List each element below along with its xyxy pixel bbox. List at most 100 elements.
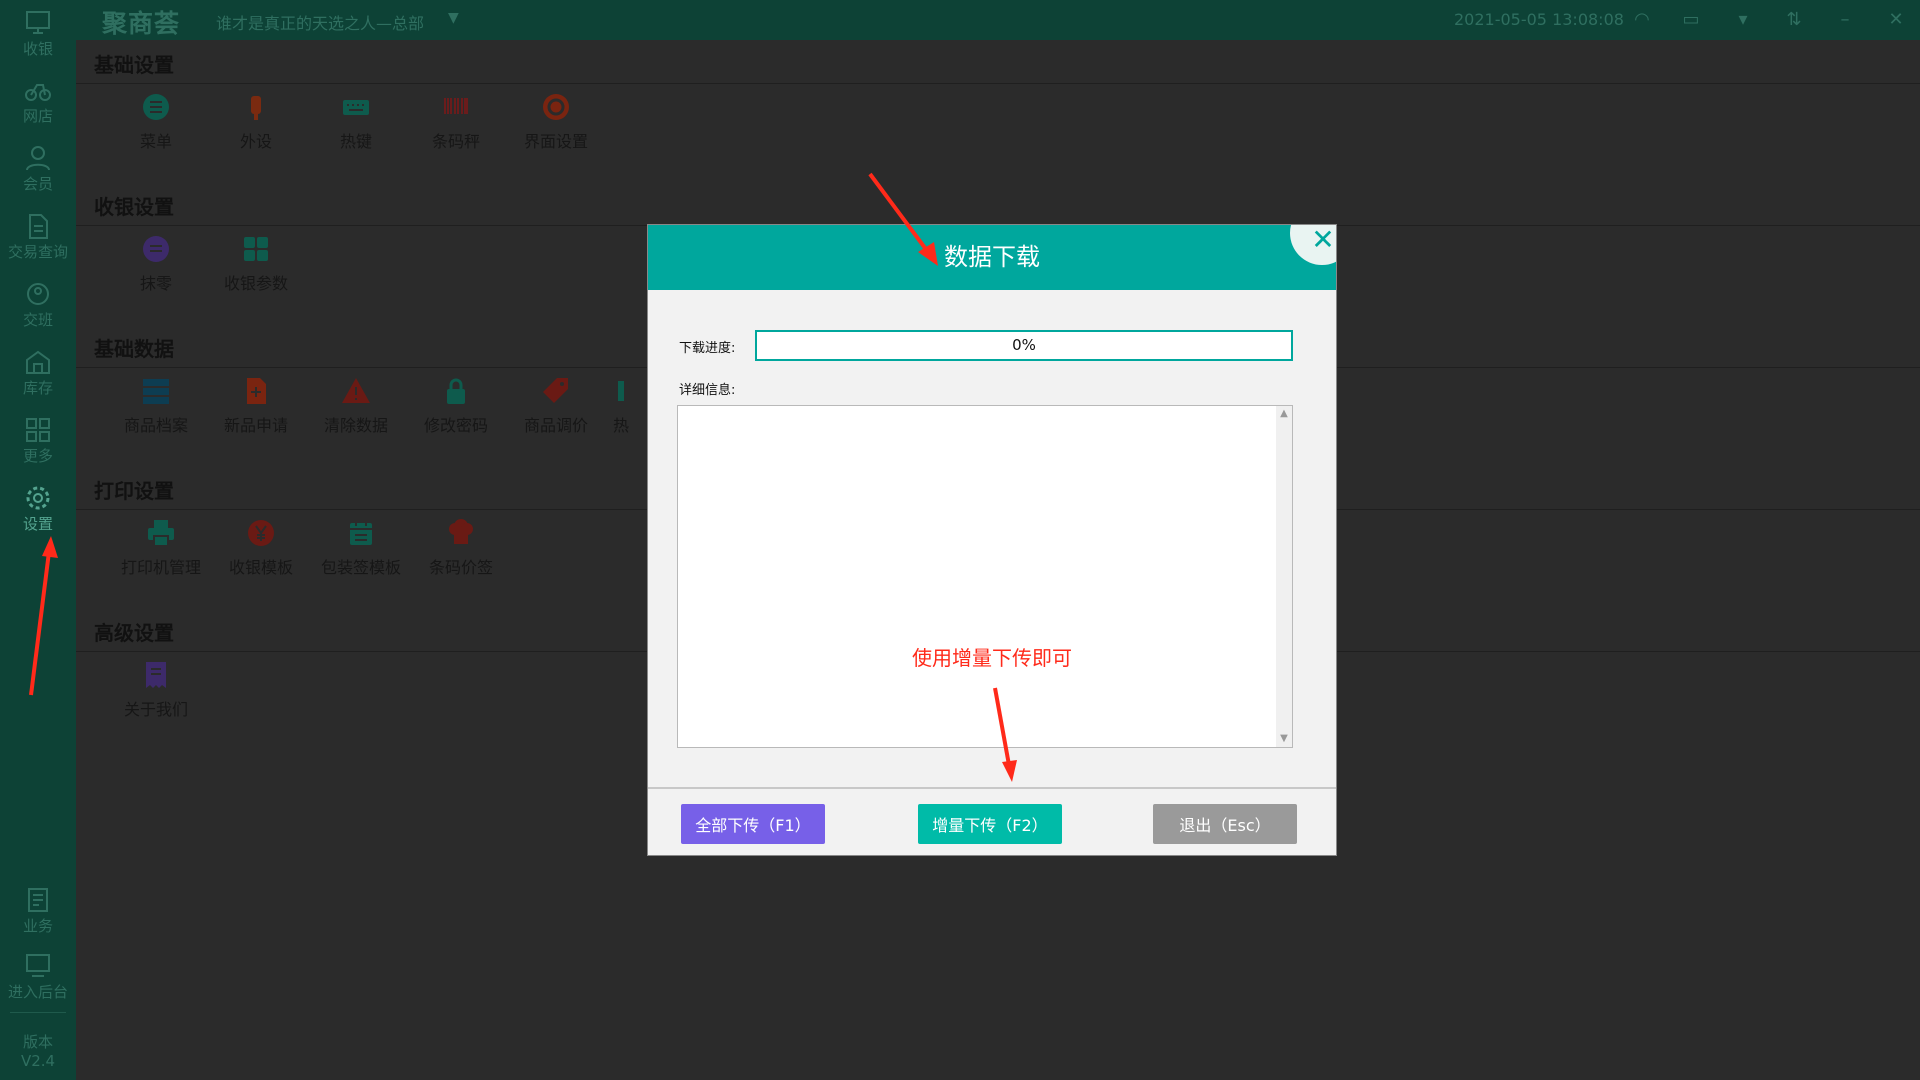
left-sidebar: 收银 网店 会员 交易查询 交班 库存 更多 设置 业务 进入后台 版本 V2.… (0, 0, 76, 1080)
tile-package-label-template[interactable]: 包装签模板 (311, 518, 411, 588)
tile-label: 条码价签 (428, 558, 493, 577)
version-value: V2.4 (20, 1052, 56, 1070)
progress-text: 0% (1012, 336, 1036, 354)
tile-menu[interactable]: 菜单 (106, 92, 206, 162)
scroll-up-icon[interactable]: ▲ (1276, 406, 1292, 422)
tile-label: 热 (612, 416, 629, 435)
message-icon[interactable]: ▭ (1679, 8, 1703, 32)
package-label-icon (350, 521, 372, 545)
tile-rounding[interactable]: 抹零 (106, 234, 206, 304)
dialog-footer-divider (648, 787, 1336, 789)
section-title-cashier: 收银设置 (94, 195, 174, 219)
title-bar: 聚商荟 谁才是真正的天选之人—总部 ▼ 2021-05-05 13:08:08 … (76, 0, 1920, 40)
ledger-icon (28, 887, 48, 912)
lock-icon (447, 378, 465, 404)
grid-icon (26, 417, 50, 442)
tile-label: 打印机管理 (120, 558, 201, 577)
tile-cashier-parameters[interactable]: 收银参数 (206, 234, 306, 304)
dialog-title: 数据下载 (944, 243, 1040, 271)
sidebar-item-settings[interactable]: 设置 (0, 478, 76, 540)
detail-log-area[interactable]: ▲ ▼ (677, 405, 1293, 748)
sidebar-item-label: 会员 (22, 174, 53, 193)
sidebar-item-business[interactable]: 业务 (0, 880, 76, 942)
sidebar-item-cashier[interactable]: 收银 (0, 3, 76, 65)
barcode-icon (444, 98, 468, 114)
tile-about-us[interactable]: 关于我们 (106, 660, 206, 730)
close-icon[interactable]: ✕ (1884, 8, 1908, 32)
warehouse-icon (26, 350, 50, 374)
tile-new-product[interactable]: 新品申请 (206, 376, 306, 446)
wifi-icon: ◠ (1634, 9, 1650, 30)
tile-interface-settings[interactable]: 界面设置 (506, 92, 606, 162)
tile-label: 商品调价 (523, 416, 588, 435)
section-title-print: 打印设置 (94, 479, 174, 503)
detail-scrollbar[interactable]: ▲ ▼ (1276, 406, 1292, 747)
shirt-icon[interactable]: ▾ (1731, 8, 1755, 32)
sidebar-item-label: 交易查询 (7, 242, 68, 261)
printer-icon (148, 520, 174, 547)
sidebar-divider (10, 1012, 66, 1013)
tile-label: 界面设置 (523, 132, 588, 151)
sidebar-item-label: 库存 (22, 378, 53, 397)
tile-product-archive[interactable]: 商品档案 (106, 376, 206, 446)
new-product-icon (247, 378, 266, 404)
tile-label: 收银参数 (223, 274, 288, 293)
tile-price-adjust[interactable]: 商品调价 (506, 376, 606, 446)
annotation-text: 使用增量下传即可 (912, 646, 1072, 670)
store-selector[interactable]: 谁才是真正的天选之人—总部 (216, 10, 424, 34)
sidebar-item-label: 更多 (22, 446, 53, 465)
chevron-down-icon[interactable]: ▼ (448, 10, 459, 26)
tile-change-password[interactable]: 修改密码 (406, 376, 506, 446)
sidebar-item-label: 收银 (22, 39, 53, 58)
exit-button[interactable]: 退出（Esc） (1153, 804, 1297, 844)
tile-label: 包装签模板 (320, 558, 401, 577)
dialog-header: 数据下载 ✕ (648, 225, 1336, 290)
chef-hat-icon (449, 519, 473, 544)
sidebar-item-backend[interactable]: 进入后台 (0, 946, 76, 1008)
tile-printer-manage[interactable]: 打印机管理 (111, 518, 211, 588)
receipt-icon (146, 662, 166, 688)
tile-hotkey[interactable]: 热键 (306, 92, 406, 162)
detail-label: 详细信息: (679, 383, 736, 398)
section-title-basic: 基础设置 (94, 53, 174, 77)
download-progress-bar: 0% (755, 330, 1293, 361)
peripheral-icon (251, 96, 261, 120)
sidebar-item-shift[interactable]: 交班 (0, 274, 76, 336)
rounding-icon (143, 236, 169, 262)
version-label: 版本 (22, 1033, 53, 1051)
minimize-icon[interactable]: – (1833, 8, 1857, 32)
tile-clear-data[interactable]: 清除数据 (306, 376, 406, 446)
tile-label: 条码秤 (431, 132, 480, 151)
sidebar-item-more[interactable]: 更多 (0, 410, 76, 472)
incremental-download-button[interactable]: 增量下传（F2） (918, 804, 1062, 844)
swap-icon[interactable]: ⇅ (1782, 8, 1806, 32)
tile-label: 收银模板 (228, 558, 293, 577)
tile-peripheral[interactable]: 外设 (206, 92, 306, 162)
tile-barcode-scale[interactable]: 条码秤 (406, 92, 506, 162)
tile-label: 新品申请 (223, 416, 288, 435)
sidebar-item-member[interactable]: 会员 (0, 138, 76, 200)
hot-icon (618, 381, 624, 401)
sidebar-item-inventory[interactable]: 库存 (0, 342, 76, 404)
section-title-basic-data: 基础数据 (94, 337, 174, 361)
yen-icon (248, 520, 274, 546)
tile-hotkey-partial[interactable]: 热 (606, 376, 636, 446)
tile-label: 修改密码 (423, 416, 488, 435)
interface-icon (543, 94, 569, 120)
tile-barcode-price-label[interactable]: 条码价签 (411, 518, 511, 588)
tile-label: 清除数据 (323, 416, 388, 435)
tile-cashier-template[interactable]: 收银模板 (211, 518, 311, 588)
scroll-down-icon[interactable]: ▼ (1276, 731, 1292, 747)
section-divider (76, 83, 1920, 84)
full-download-button[interactable]: 全部下传（F1） (681, 804, 825, 844)
sidebar-item-label: 网店 (22, 106, 53, 125)
warning-icon (342, 378, 370, 403)
product-archive-icon (143, 379, 169, 404)
tile-label: 外设 (239, 132, 272, 151)
brand-logo: 聚商荟 (102, 9, 181, 38)
sidebar-item-online-store[interactable]: 网店 (0, 70, 76, 132)
sidebar-item-label: 进入后台 (7, 982, 68, 1001)
tile-label: 商品档案 (123, 416, 188, 435)
parameters-icon (244, 237, 268, 261)
sidebar-item-transactions[interactable]: 交易查询 (0, 206, 76, 268)
